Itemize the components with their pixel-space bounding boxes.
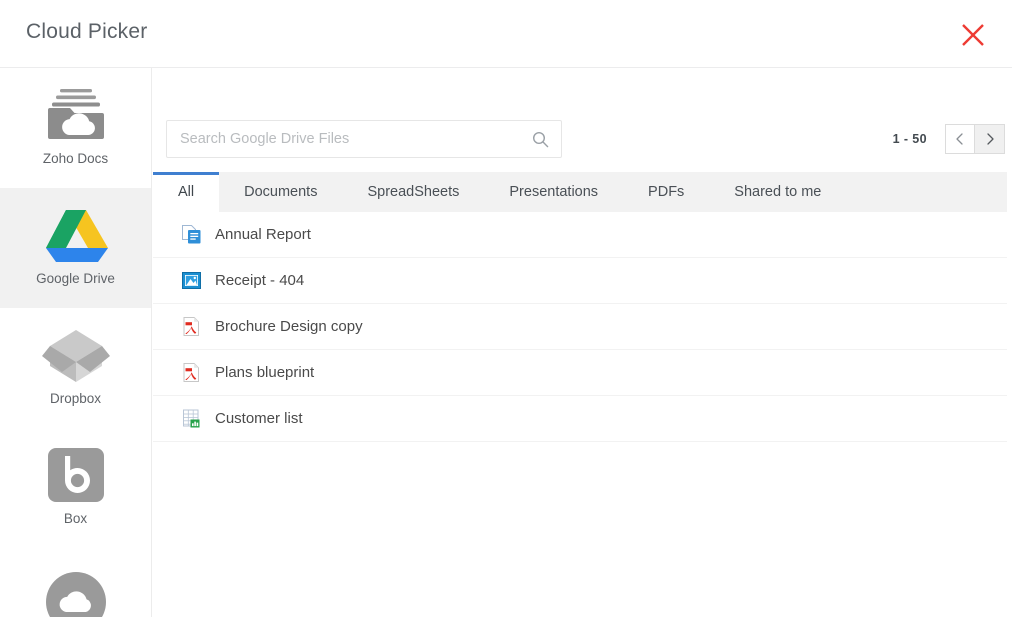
sidebar-item-dropbox[interactable]: Dropbox [0, 308, 151, 428]
tab-presentations[interactable]: Presentations [484, 172, 623, 212]
dropbox-icon [41, 324, 111, 386]
sidebar-item-label: Box [64, 511, 87, 526]
spreadsheet-file-icon [180, 408, 202, 430]
file-name: Plans blueprint [215, 364, 314, 381]
list-item[interactable]: Annual Report [153, 212, 1007, 258]
pagination-range: 1 - 50 [893, 132, 927, 146]
sidebar-item-label: Dropbox [50, 391, 101, 406]
google-drive-icon [41, 204, 111, 266]
pdf-file-icon [180, 362, 202, 384]
sidebar-item-zoho-docs[interactable]: Zoho Docs [0, 68, 151, 188]
sidebar-item-google-drive[interactable]: Google Drive [0, 188, 151, 308]
chevron-right-icon[interactable] [975, 124, 1005, 154]
chevron-left-icon[interactable] [945, 124, 975, 154]
tab-spreadsheets[interactable]: SpreadSheets [342, 172, 484, 212]
provider-sidebar: Zoho Docs Google Drive [0, 68, 152, 617]
close-icon[interactable] [956, 18, 990, 52]
onedrive-icon [41, 564, 111, 617]
tab-pdfs[interactable]: PDFs [623, 172, 709, 212]
sidebar-item-box[interactable]: Box [0, 428, 151, 548]
tab-label: SpreadSheets [367, 184, 459, 200]
tab-label: All [178, 184, 194, 200]
sidebar-item-label: Google Drive [36, 271, 115, 286]
tab-label: PDFs [648, 184, 684, 200]
zoho-docs-icon [41, 84, 111, 146]
list-item[interactable]: Brochure Design copy [153, 304, 1007, 350]
tab-documents[interactable]: Documents [219, 172, 342, 212]
file-list: Annual Report Receipt - 404 [153, 212, 1007, 442]
tab-shared-to-me[interactable]: Shared to me [709, 172, 846, 212]
sidebar-item-label: Zoho Docs [43, 151, 108, 166]
search-icon[interactable] [532, 131, 549, 148]
file-name: Annual Report [215, 226, 311, 243]
search-input[interactable] [167, 121, 519, 157]
list-item[interactable]: Customer list [153, 396, 1007, 442]
tab-label: Documents [244, 184, 317, 200]
filter-tabs: All Documents SpreadSheets Presentations… [153, 172, 1007, 212]
main-panel: 1 - 50 All [153, 68, 1012, 617]
file-name: Brochure Design copy [215, 318, 363, 335]
tab-label: Shared to me [734, 184, 821, 200]
list-item[interactable]: Receipt - 404 [153, 258, 1007, 304]
sidebar-item-onedrive[interactable] [0, 548, 151, 617]
tab-all[interactable]: All [153, 172, 219, 212]
pagination-buttons [945, 124, 1005, 154]
page-title: Cloud Picker [26, 20, 147, 44]
file-name: Receipt - 404 [215, 272, 304, 289]
pdf-file-icon [180, 316, 202, 338]
tab-label: Presentations [509, 184, 598, 200]
document-file-icon [180, 224, 202, 246]
image-file-icon [180, 270, 202, 292]
cloud-picker-dialog: Cloud Picker Zoho Docs [0, 0, 1012, 617]
dialog-header: Cloud Picker [0, 0, 1012, 68]
toolbar: 1 - 50 [153, 68, 1012, 172]
list-item[interactable]: Plans blueprint [153, 350, 1007, 396]
file-name: Customer list [215, 410, 303, 427]
search-box [166, 120, 562, 158]
box-icon [41, 444, 111, 506]
pagination: 1 - 50 [893, 121, 1005, 157]
